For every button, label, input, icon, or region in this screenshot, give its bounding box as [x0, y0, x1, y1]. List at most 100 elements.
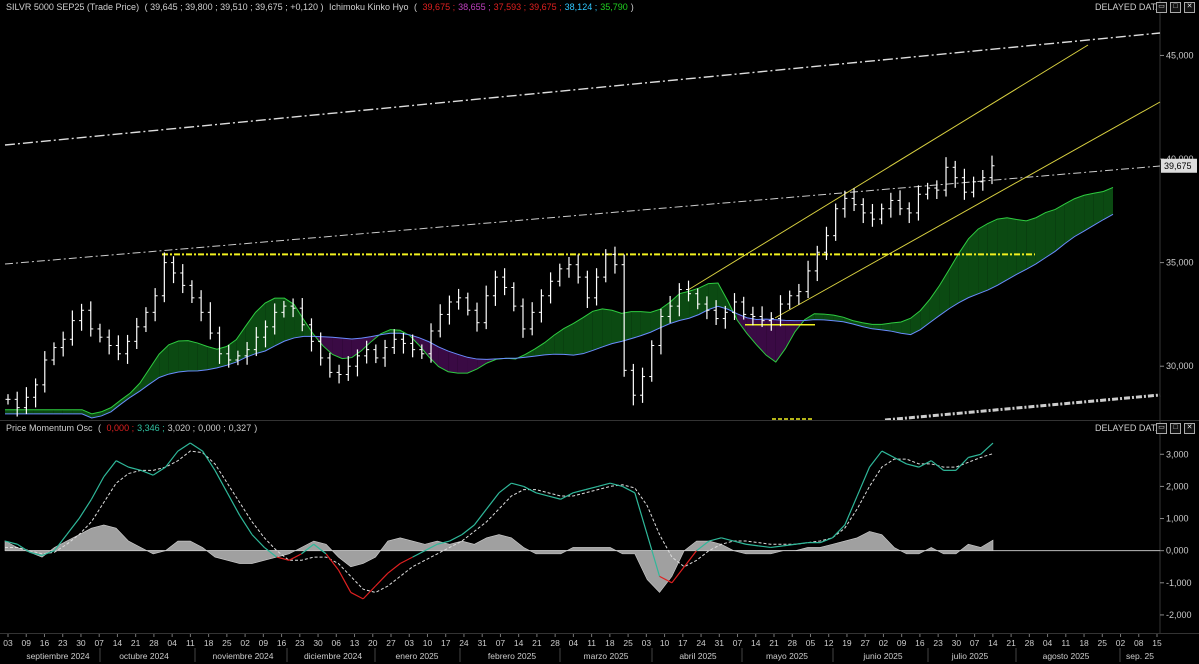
osc-line-segment — [930, 460, 944, 471]
price-bar — [869, 203, 875, 227]
day-label: 28 — [149, 638, 159, 648]
oscillator-panel[interactable]: -2,000 -1,000 0,000 1,000 2,000 3,000 Price M… — [0, 421, 1199, 633]
day-label: 28 — [788, 638, 798, 648]
ichimoku-value: 38,124 ; — [564, 2, 598, 12]
price-bar — [934, 180, 940, 200]
day-label: 16 — [277, 638, 287, 648]
osc-value: 0,000 ; — [106, 423, 135, 433]
maximize-button[interactable]: □ — [1170, 423, 1181, 434]
price-bar — [143, 307, 149, 333]
price-bar — [69, 310, 75, 346]
cloud-segment — [216, 346, 227, 368]
month-label: junio 2025 — [862, 651, 903, 661]
day-label: 11 — [587, 638, 596, 648]
price-panel[interactable]: 30,00035,00040,00045,00039,675 SILVR 500… — [0, 0, 1199, 421]
price-bar — [814, 245, 820, 282]
minimize-button[interactable]: ▭ — [1156, 423, 1167, 434]
price-header: SILVR 5000 SEP25 (Trade Price) ( 39,645 … — [6, 2, 640, 12]
cloud-segment — [679, 291, 690, 321]
day-label: 12 — [824, 638, 834, 648]
ichimoku-value: 38,655 ; — [458, 2, 491, 12]
price-bar — [492, 270, 498, 306]
day-label: 07 — [496, 638, 506, 648]
osc-line-segment — [115, 460, 129, 468]
cloud-segment — [178, 340, 189, 373]
osc-value: 3,346 ; — [137, 423, 165, 433]
price-bar — [382, 339, 388, 367]
price-close-button[interactable]: ✕ — [1184, 2, 1195, 13]
day-label: 20 — [368, 638, 378, 648]
cloud-segment — [592, 308, 603, 351]
price-bar — [51, 342, 57, 366]
day-label: 21 — [532, 638, 542, 648]
price-bar — [189, 280, 195, 304]
osc-line-segment — [906, 463, 920, 468]
osc-line-segment — [881, 450, 895, 459]
price-bar — [327, 352, 333, 378]
time-axis: 03 09 16 23 30 07 14 21 28 04 11 18 25 02 09 16 23 30 06 13… — [0, 633, 1199, 664]
day-label: 10 — [660, 638, 670, 648]
day-label: 04 — [167, 638, 177, 648]
price-bar — [88, 301, 94, 337]
osc-line-segment — [412, 550, 426, 558]
osc-line-segment — [511, 482, 524, 487]
osc-line-segment — [819, 537, 833, 544]
ichimoku-value: 39,675 ; — [529, 2, 562, 12]
price-bar — [437, 304, 443, 338]
cloud-segment — [611, 310, 622, 344]
osc-delayed-label: DELAYED DATA — [1095, 423, 1162, 433]
price-bar — [860, 198, 866, 224]
osc-line-segment — [165, 450, 179, 468]
price-bar — [97, 323, 103, 343]
ichimoku-value: 39,675 ; — [422, 2, 456, 12]
cloud-segment — [24, 409, 34, 414]
price-bar — [980, 170, 986, 191]
month-label: julio 2025 — [951, 651, 989, 661]
price-bar — [584, 270, 590, 308]
lower-trendline — [884, 393, 1161, 420]
osc-line-segment — [893, 456, 907, 465]
price-bar — [171, 256, 177, 284]
cloud-segment — [149, 354, 160, 385]
osc-line-segment — [202, 450, 216, 471]
price-maximize-button[interactable]: □ — [1170, 2, 1181, 13]
day-label: 21 — [769, 638, 779, 648]
day-label: 23 — [58, 638, 68, 648]
osc-tick-label: -1,000 — [1166, 578, 1192, 588]
day-label: 31 — [477, 638, 487, 648]
osc-tick-label: -2,000 — [1166, 610, 1192, 620]
price-minimize-button[interactable]: ▭ — [1156, 2, 1167, 13]
close-button[interactable]: ✕ — [1184, 423, 1195, 434]
osc-line-segment — [968, 453, 981, 459]
price-bar — [502, 268, 508, 296]
day-label: 10 — [423, 638, 433, 648]
month-label: noviembre 2024 — [213, 651, 274, 661]
price-chart[interactable]: 30,00035,00040,00045,00039,675 — [0, 0, 1199, 420]
osc-line-segment — [486, 492, 500, 510]
day-label: 14 — [988, 638, 998, 648]
day-label: 25 — [222, 638, 232, 648]
time-axis-svg: 03 09 16 23 30 07 14 21 28 04 11 18 25 02 09 16 23 30 06 13… — [3, 634, 1162, 662]
cloud-segment — [265, 298, 275, 351]
osc-line-segment — [90, 476, 105, 500]
day-label: 06 — [332, 638, 342, 648]
cloud-segment — [958, 238, 969, 303]
osc-line-segment — [597, 482, 611, 487]
price-bar — [115, 335, 121, 361]
day-label: 28 — [550, 638, 560, 648]
price-bar — [33, 378, 39, 408]
day-label: 02 — [1116, 638, 1126, 648]
price-bar — [943, 157, 949, 197]
oscillator-chart[interactable]: -2,000 -1,000 0,000 1,000 2,000 3,000 — [0, 421, 1199, 633]
price-bar — [594, 268, 600, 306]
cloud-segment — [1084, 193, 1094, 232]
osc-tick-label: 1,000 — [1166, 514, 1189, 524]
day-label: 11 — [1061, 638, 1070, 648]
osc-line-segment — [103, 460, 117, 478]
cloud-segment — [101, 407, 111, 416]
cloud-segment — [62, 409, 73, 414]
ichimoku-value: 37,593 ; — [493, 2, 527, 12]
price-bar — [180, 264, 186, 294]
cloud-segment — [168, 340, 179, 375]
price-bar — [538, 289, 544, 323]
